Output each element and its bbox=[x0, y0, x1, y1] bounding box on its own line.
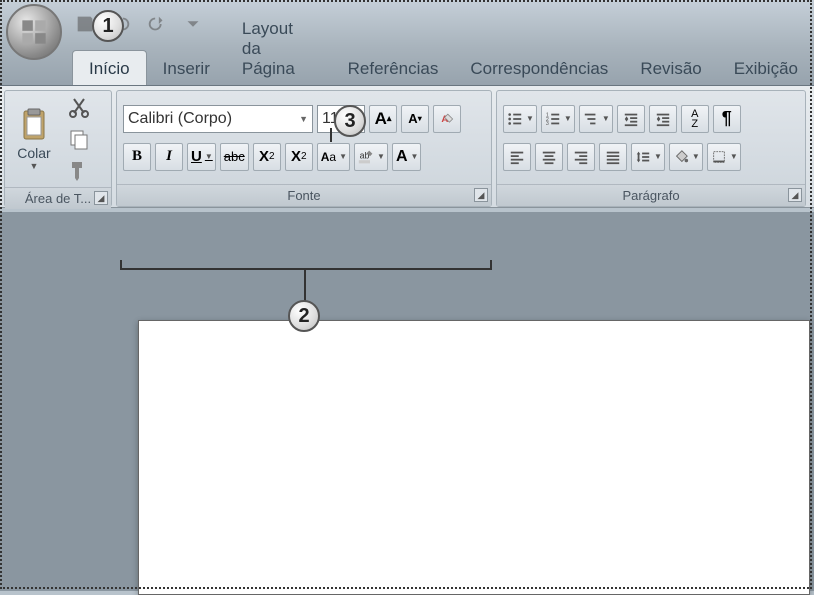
font-color-button[interactable]: A ▼ bbox=[392, 143, 421, 171]
grow-font-button[interactable]: A▴ bbox=[369, 105, 397, 133]
paste-label: Colar bbox=[17, 145, 50, 161]
group-label-font: Fonte ◢ bbox=[117, 184, 491, 206]
tab-inicio[interactable]: Início bbox=[72, 50, 147, 85]
tab-referencias[interactable]: Referências bbox=[332, 51, 455, 85]
ribbon-tabs: Início Inserir Layout da Página Referênc… bbox=[0, 48, 814, 86]
italic-button[interactable]: I bbox=[155, 143, 183, 171]
borders-button[interactable]: ▼ bbox=[707, 143, 741, 171]
indent-icon bbox=[655, 111, 671, 127]
eraser-icon: A bbox=[439, 111, 455, 127]
change-case-button[interactable]: Aa▼ bbox=[317, 143, 350, 171]
decrease-indent-button[interactable] bbox=[617, 105, 645, 133]
tab-correspondencias[interactable]: Correspondências bbox=[454, 51, 624, 85]
justify-button[interactable] bbox=[599, 143, 627, 171]
tab-revisao[interactable]: Revisão bbox=[624, 51, 717, 85]
multilevel-icon bbox=[583, 111, 599, 127]
qat-dropdown-icon[interactable] bbox=[182, 13, 204, 35]
show-marks-button[interactable]: ¶ bbox=[713, 105, 741, 133]
font-name-combo[interactable]: Calibri (Corpo) ▼ bbox=[123, 105, 313, 133]
subscript-button[interactable]: X2 bbox=[253, 143, 281, 171]
callout-3: 3 bbox=[334, 105, 366, 137]
chevron-down-icon[interactable]: ▼ bbox=[411, 152, 419, 161]
align-center-icon bbox=[541, 149, 557, 165]
chevron-down-icon[interactable]: ▼ bbox=[564, 114, 572, 123]
align-right-icon bbox=[573, 149, 589, 165]
dialog-launcher-clipboard[interactable]: ◢ bbox=[94, 191, 108, 205]
strike-button[interactable]: abc bbox=[220, 143, 249, 171]
align-left-icon bbox=[509, 149, 525, 165]
align-center-button[interactable] bbox=[535, 143, 563, 171]
callout-2: 2 bbox=[288, 300, 320, 332]
ribbon: Colar ▼ Área de T... ◢ bbox=[0, 86, 814, 208]
chevron-down-icon[interactable]: ▼ bbox=[339, 152, 347, 161]
copy-icon bbox=[67, 127, 91, 151]
highlight-icon: ab bbox=[358, 149, 374, 165]
copy-button[interactable] bbox=[67, 127, 91, 151]
align-left-button[interactable] bbox=[503, 143, 531, 171]
office-button[interactable] bbox=[6, 4, 62, 60]
dialog-launcher-paragraph[interactable]: ◢ bbox=[788, 188, 802, 202]
chevron-down-icon[interactable]: ▼ bbox=[692, 152, 700, 161]
bullets-button[interactable]: ▼ bbox=[503, 105, 537, 133]
chevron-down-icon[interactable]: ▼ bbox=[205, 152, 213, 161]
redo-icon[interactable] bbox=[146, 13, 168, 35]
cut-button[interactable] bbox=[67, 95, 91, 119]
paste-button[interactable]: Colar ▼ bbox=[11, 103, 57, 175]
chevron-down-icon[interactable]: ▼ bbox=[730, 152, 738, 161]
align-right-button[interactable] bbox=[567, 143, 595, 171]
tab-inserir[interactable]: Inserir bbox=[147, 51, 226, 85]
callout-1: 1 bbox=[92, 10, 124, 42]
chevron-down-icon[interactable]: ▼ bbox=[377, 152, 385, 161]
clear-formatting-button[interactable]: A bbox=[433, 105, 461, 133]
superscript-button[interactable]: X2 bbox=[285, 143, 313, 171]
group-font: Calibri (Corpo) ▼ 11 ▼ A▴ A▾ A bbox=[116, 90, 492, 207]
callout-2-bracket bbox=[120, 260, 492, 270]
paste-icon bbox=[18, 107, 50, 143]
group-label-paragraph: Parágrafo ◢ bbox=[497, 184, 805, 206]
font-name-value: Calibri (Corpo) bbox=[128, 110, 232, 128]
shading-button[interactable]: ▼ bbox=[669, 143, 703, 171]
group-label-clipboard: Área de T... ◢ bbox=[5, 187, 111, 209]
chevron-down-icon[interactable]: ▼ bbox=[602, 114, 610, 123]
numbering-icon: 123 bbox=[545, 111, 561, 127]
group-paragraph: ▼ 123 ▼ ▼ bbox=[496, 90, 806, 207]
group-clipboard: Colar ▼ Área de T... ◢ bbox=[4, 90, 112, 207]
chevron-down-icon: ▼ bbox=[30, 161, 39, 171]
document-page[interactable] bbox=[138, 320, 810, 595]
outdent-icon bbox=[623, 111, 639, 127]
increase-indent-button[interactable] bbox=[649, 105, 677, 133]
line-spacing-button[interactable]: ▼ bbox=[631, 143, 665, 171]
borders-icon bbox=[711, 149, 727, 165]
numbering-button[interactable]: 123 ▼ bbox=[541, 105, 575, 133]
chevron-down-icon[interactable]: ▼ bbox=[526, 114, 534, 123]
justify-icon bbox=[605, 149, 621, 165]
bold-button[interactable]: B bbox=[123, 143, 151, 171]
bucket-icon bbox=[673, 149, 689, 165]
scissors-icon bbox=[67, 95, 91, 119]
line-spacing-icon bbox=[635, 149, 651, 165]
format-painter-button[interactable] bbox=[67, 159, 91, 183]
underline-button[interactable]: U▼ bbox=[187, 143, 216, 171]
bullets-icon bbox=[507, 111, 523, 127]
chevron-down-icon[interactable]: ▼ bbox=[654, 152, 662, 161]
office-logo-icon bbox=[20, 18, 48, 46]
sort-button[interactable]: AZ bbox=[681, 105, 709, 133]
chevron-down-icon[interactable]: ▼ bbox=[293, 114, 308, 124]
svg-text:3: 3 bbox=[546, 121, 549, 127]
multilevel-button[interactable]: ▼ bbox=[579, 105, 613, 133]
shrink-font-button[interactable]: A▾ bbox=[401, 105, 429, 133]
highlight-button[interactable]: ab ▼ bbox=[354, 143, 388, 171]
dialog-launcher-font[interactable]: ◢ bbox=[474, 188, 488, 202]
tab-layout[interactable]: Layout da Página bbox=[226, 11, 332, 85]
brush-icon bbox=[67, 159, 91, 183]
tab-exibicao[interactable]: Exibição bbox=[718, 51, 814, 85]
